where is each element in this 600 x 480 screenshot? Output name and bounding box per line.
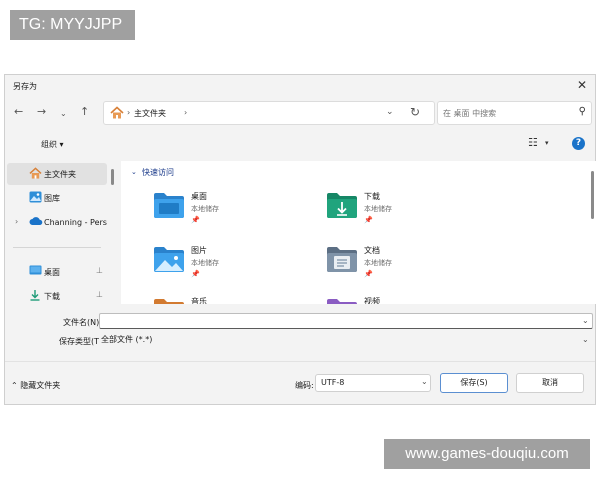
pictures-folder-icon <box>153 245 185 275</box>
chevron-down-icon[interactable]: ⌄ <box>60 107 67 121</box>
navigation-pane: 主文件夹 图库 › Channing - Pers 桌面 ⊥ 下载 ⊥ <box>5 161 114 307</box>
tile-videos[interactable]: 视频 <box>326 297 486 304</box>
filename-label: 文件名(N): <box>63 318 102 327</box>
sidebar-item-downloads[interactable]: 下载 ⊥ <box>7 285 107 307</box>
encoding-select[interactable]: UTF-8 <box>315 374 431 392</box>
pin-icon: 📌 <box>364 270 373 278</box>
tile-name: 文档 <box>364 246 380 255</box>
videos-folder-icon <box>326 297 358 304</box>
home-icon <box>110 106 124 121</box>
sidebar-item-label: Channing - Pers <box>44 218 107 227</box>
pin-icon: 📌 <box>191 270 200 278</box>
sidebar-item-home[interactable]: 主文件夹 <box>7 163 107 185</box>
cloud-icon <box>29 216 43 228</box>
sidebar-divider <box>13 247 101 248</box>
tile-subtitle: 本地储存 <box>364 259 392 267</box>
desktop-icon <box>29 265 42 278</box>
chevron-right-icon[interactable]: › <box>15 217 18 226</box>
arrow-right-icon[interactable]: → <box>37 105 46 119</box>
content-scrollbar[interactable] <box>591 171 594 219</box>
watermark-site: www.games-douqiu.com <box>384 439 590 469</box>
save-button[interactable]: 保存(S) <box>440 373 508 393</box>
tile-documents[interactable]: 文档 本地储存 📌 <box>326 245 486 293</box>
tile-downloads[interactable]: 下载 本地储存 📌 <box>326 191 486 239</box>
arrow-left-icon[interactable]: ← <box>14 105 23 119</box>
desktop-folder-icon <box>153 191 185 221</box>
sidebar-item-label: 图库 <box>44 194 60 203</box>
tile-name: 下载 <box>364 192 380 201</box>
home-icon <box>29 167 42 181</box>
dialog-title: 另存为 <box>13 82 37 91</box>
group-header-quick-access[interactable]: 快速访问 <box>142 167 174 178</box>
tile-name: 视频 <box>364 297 380 304</box>
pin-icon: 📌 <box>364 216 373 224</box>
breadcrumb-separator: › <box>127 108 131 117</box>
footer-divider <box>5 361 595 362</box>
hide-folders-button[interactable]: ⌃ 隐藏文件夹 <box>11 380 60 391</box>
title-bar: 另存为 ✕ <box>5 75 595 97</box>
chevron-down-icon[interactable]: ⌄ <box>582 335 589 344</box>
chevron-down-icon[interactable]: ⌄ <box>582 316 589 325</box>
tile-name: 图片 <box>191 246 207 255</box>
tile-subtitle: 本地储存 <box>191 259 219 267</box>
file-list-pane: ⌄ 快速访问 桌面 本地储存 📌 下载 本地储存 📌 图片 本地储存 📌 文档 … <box>121 161 596 304</box>
filetype-label: 保存类型(T): <box>59 337 105 346</box>
navigation-bar: ← → ⌄ ↑ › 主文件夹 › ⌄ ↻ 在 桌面 中搜索 ⚲ <box>5 99 595 127</box>
help-icon[interactable]: ? <box>572 137 585 150</box>
chevron-down-icon[interactable]: ⌄ <box>131 168 137 176</box>
chevron-down-icon[interactable]: ⌄ <box>386 107 394 117</box>
tile-name: 桌面 <box>191 192 207 201</box>
tile-subtitle: 本地储存 <box>364 205 392 213</box>
tile-subtitle: 本地储存 <box>191 205 219 213</box>
organize-menu-button[interactable]: 组织 ▾ <box>41 139 64 150</box>
downloads-folder-icon <box>326 191 358 221</box>
search-box[interactable]: 在 桌面 中搜索 ⚲ <box>437 101 592 125</box>
search-icon[interactable]: ⚲ <box>579 106 586 117</box>
filename-input[interactable] <box>99 313 593 329</box>
breadcrumb-separator[interactable]: › <box>184 108 187 117</box>
tile-name: 音乐 <box>191 297 207 304</box>
cancel-button[interactable]: 取消 <box>516 373 584 393</box>
sidebar-item-label: 主文件夹 <box>44 170 76 179</box>
gallery-icon <box>29 191 42 205</box>
close-icon[interactable]: ✕ <box>577 78 587 92</box>
watermark-tg: TG: MYYJJPP <box>10 10 135 40</box>
chevron-down-icon[interactable]: ⌄ <box>421 377 428 386</box>
filetype-select[interactable]: 全部文件 (*.*) <box>99 332 593 348</box>
tile-pictures[interactable]: 图片 本地储存 📌 <box>153 245 313 293</box>
sidebar-scrollbar[interactable] <box>111 169 114 185</box>
encoding-label: 编码: <box>295 381 314 390</box>
arrow-up-icon[interactable]: ↑ <box>80 105 89 119</box>
view-list-icon[interactable]: ☷ <box>528 136 538 149</box>
breadcrumb-home[interactable]: 主文件夹 <box>134 108 166 119</box>
documents-folder-icon <box>326 245 358 275</box>
address-bar[interactable]: › 主文件夹 › ⌄ ↻ <box>103 101 435 125</box>
save-as-dialog: 另存为 ✕ ← → ⌄ ↑ › 主文件夹 › ⌄ ↻ 在 桌面 中搜索 ⚲ 组织… <box>4 74 596 405</box>
search-input[interactable]: 在 桌面 中搜索 <box>443 108 496 119</box>
music-folder-icon <box>153 297 185 304</box>
pin-icon[interactable]: ⊥ <box>96 290 103 299</box>
refresh-icon[interactable]: ↻ <box>410 105 420 119</box>
sidebar-item-onedrive[interactable]: › Channing - Pers <box>7 212 107 234</box>
chevron-down-icon[interactable]: ▾ <box>545 139 549 147</box>
pin-icon: 📌 <box>191 216 200 224</box>
tile-music[interactable]: 音乐 <box>153 297 313 304</box>
tile-desktop[interactable]: 桌面 本地储存 📌 <box>153 191 313 239</box>
pin-icon[interactable]: ⊥ <box>96 266 103 275</box>
sidebar-item-gallery[interactable]: 图库 <box>7 187 107 209</box>
download-icon <box>29 289 41 303</box>
command-bar: 组织 ▾ ☷ ▾ ? <box>5 133 595 155</box>
sidebar-item-desktop[interactable]: 桌面 ⊥ <box>7 261 107 283</box>
